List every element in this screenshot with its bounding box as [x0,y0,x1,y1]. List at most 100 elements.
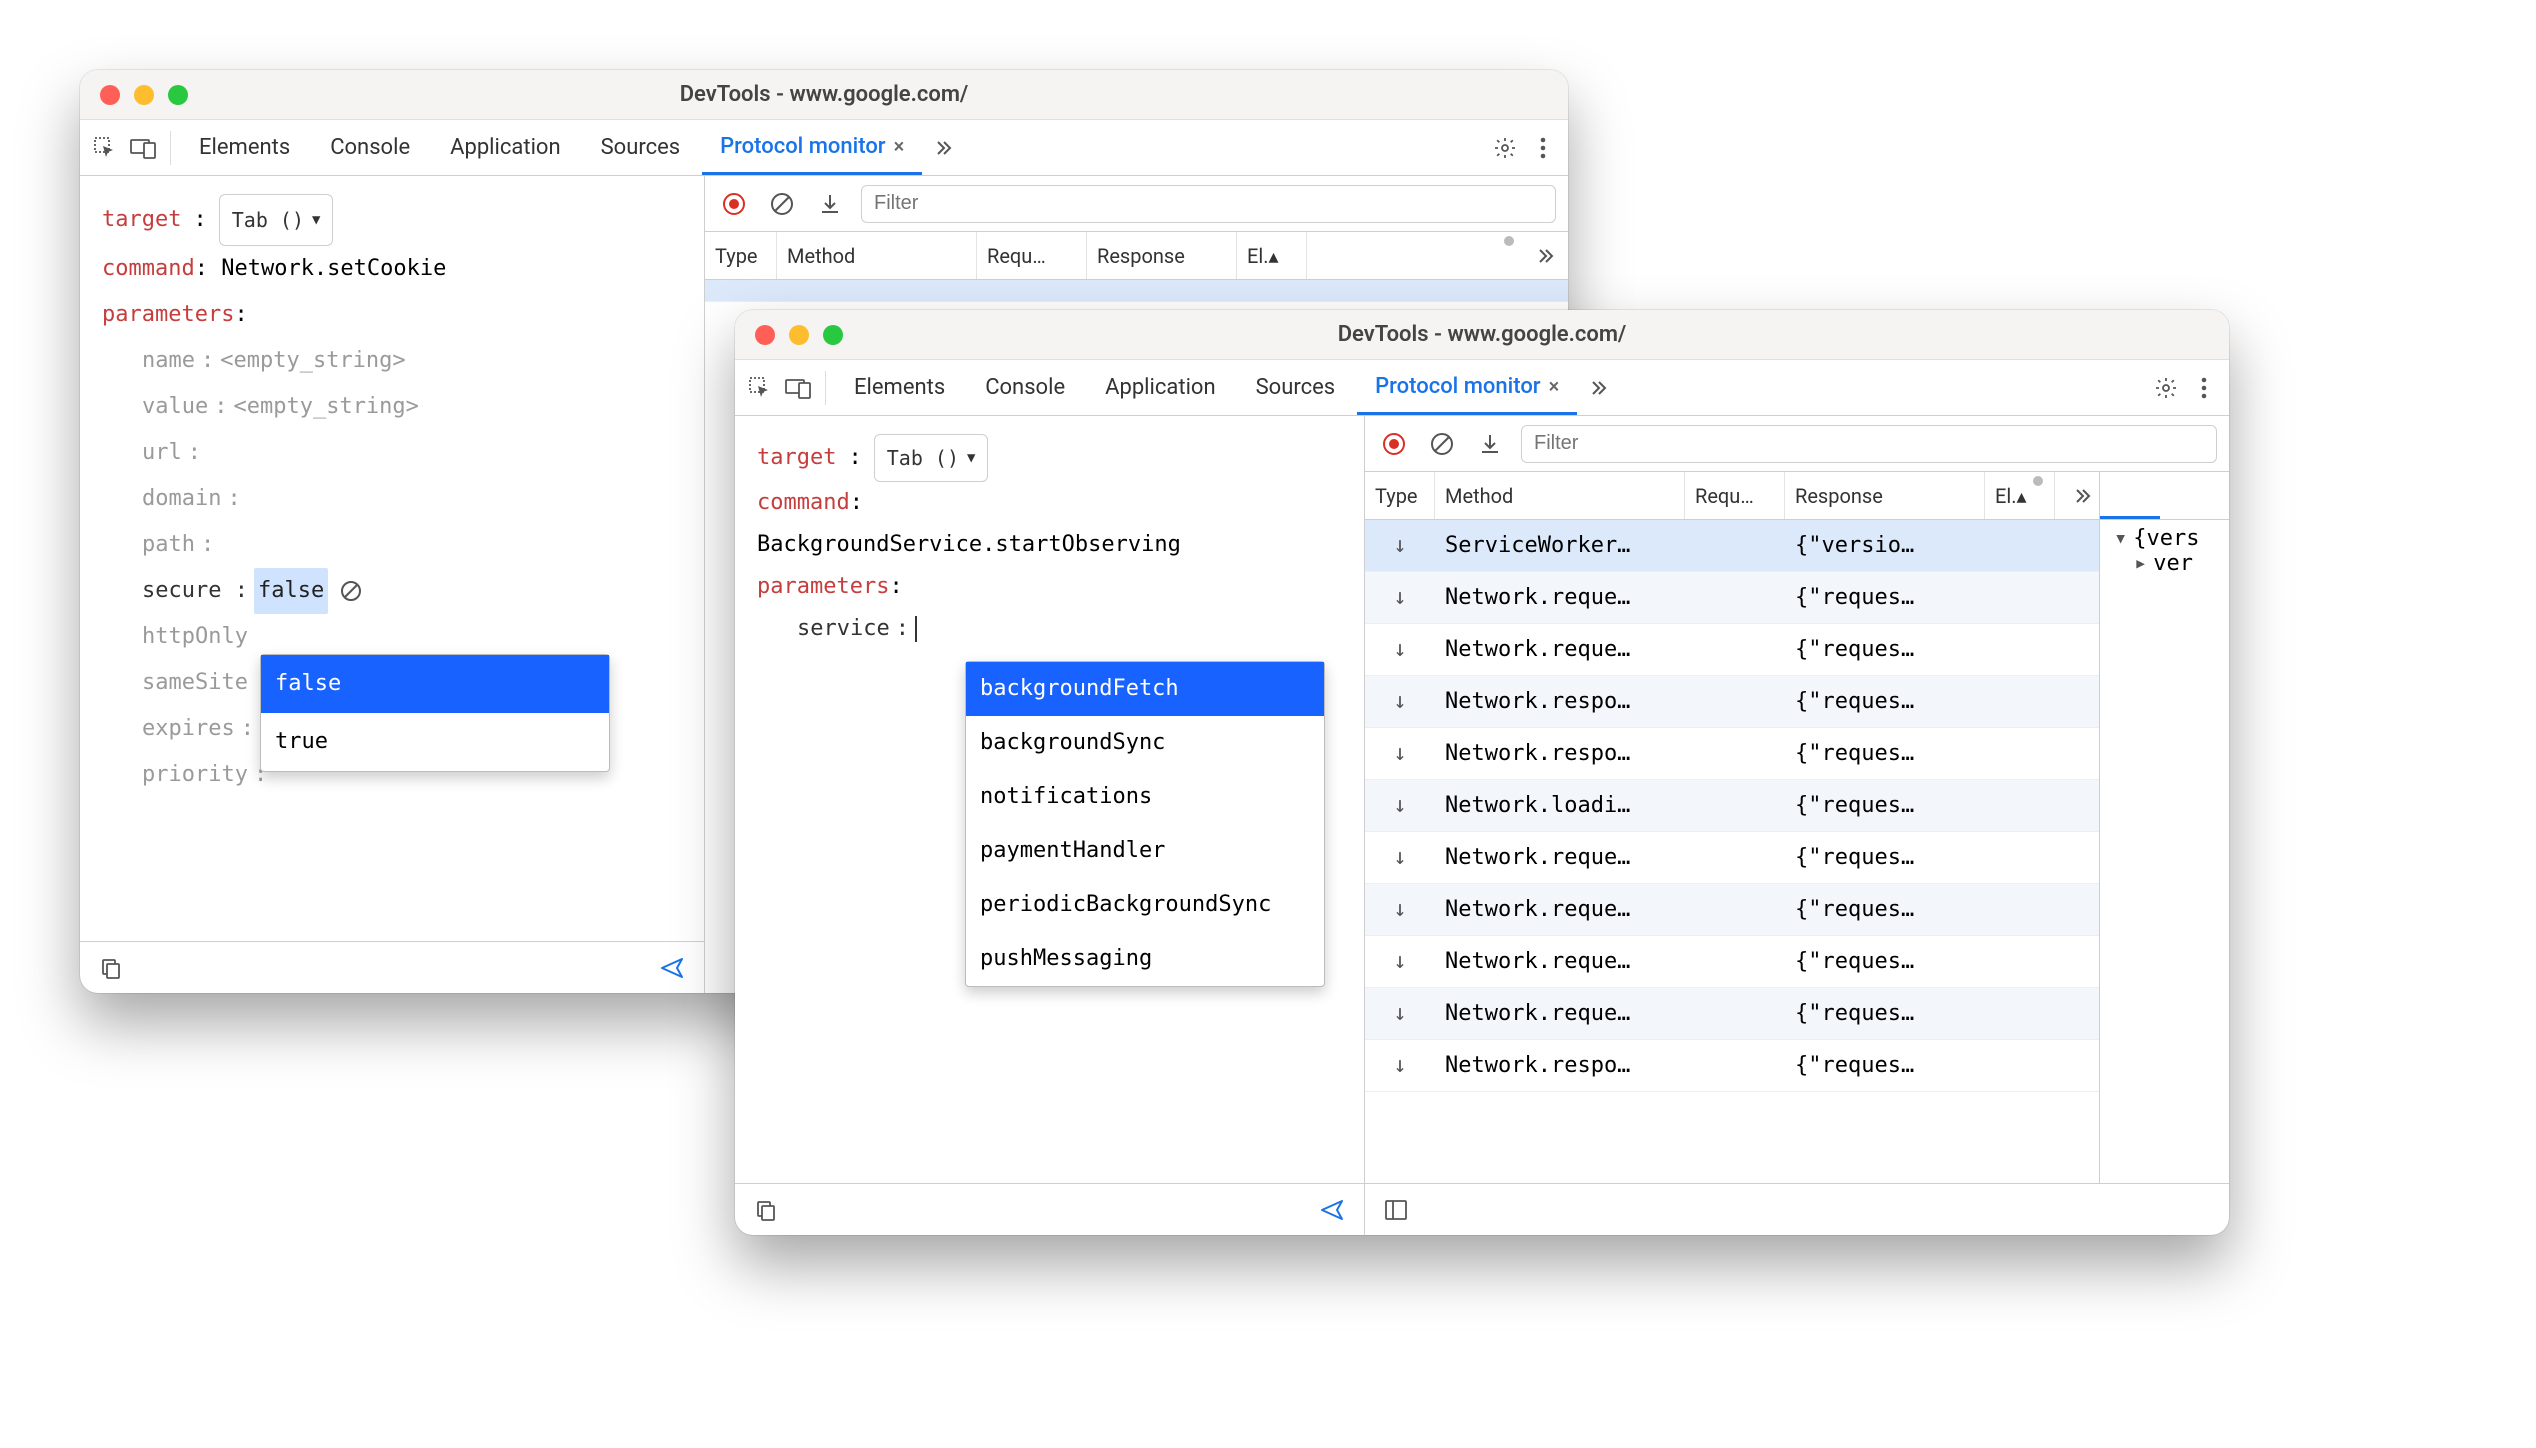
autocomplete-dropdown[interactable]: backgroundFetch backgroundSync notificat… [965,661,1325,987]
devtools-window-2: DevTools - www.google.com/ Elements Cons… [735,310,2229,1235]
table-row[interactable]: ↓Network.respo…{"reques… [1365,676,2099,728]
settings-icon[interactable] [2149,371,2183,405]
copy-icon[interactable] [749,1193,783,1227]
table-row[interactable]: ↓Network.reque…{"reques… [1365,624,2099,676]
table-row[interactable]: ↓Network.reque…{"reques… [1365,884,2099,936]
log-footer [1365,1183,2229,1235]
more-cols-icon[interactable] [1528,239,1562,273]
param-value-editing[interactable]: false [254,568,328,614]
download-icon[interactable] [813,187,847,221]
clear-icon[interactable] [1425,427,1459,461]
dropdown-option[interactable]: paymentHandler [966,824,1324,878]
tab-protocol-monitor[interactable]: Protocol monitor× [1357,360,1577,415]
col-method[interactable]: Method [777,232,977,279]
tab-sources[interactable]: Sources [1238,360,1354,415]
dropdown-option[interactable]: backgroundSync [966,716,1324,770]
tab-application[interactable]: Application [1087,360,1233,415]
separator [170,131,171,165]
tab-protocol-monitor[interactable]: Protocol monitor× [702,120,922,175]
send-icon[interactable] [1316,1193,1350,1227]
toggle-sidebar-icon[interactable] [1379,1193,1413,1227]
method-cell: Network.reque… [1435,1001,1685,1026]
col-response[interactable]: Response [1785,472,1985,519]
command-editor[interactable]: target: Tab () ▼ command: BackgroundServ… [735,416,1364,1183]
table-row[interactable]: ↓Network.reque…{"reques… [1365,832,2099,884]
dropdown-option[interactable]: false [261,655,609,713]
close-tab-icon[interactable]: × [1549,374,1560,398]
table-row[interactable]: ↓Network.loadi…{"reques… [1365,780,2099,832]
filter-input[interactable] [861,185,1556,223]
dropdown-option[interactable]: backgroundFetch [966,662,1324,716]
table-row[interactable]: ↓ServiceWorker…{"versio… [1365,520,2099,572]
inspect-icon[interactable] [88,131,122,165]
panel-body: target: Tab () ▼ command: BackgroundServ… [735,416,2229,1235]
device-toggle-icon[interactable] [781,371,815,405]
tab-elements[interactable]: Elements [836,360,963,415]
dropdown-option[interactable]: true [261,713,609,771]
target-select[interactable]: Tab () ▼ [874,434,989,482]
col-request[interactable]: Requ… [1685,472,1785,519]
kebab-menu-icon[interactable] [2187,371,2221,405]
dropdown-option[interactable]: pushMessaging [966,932,1324,986]
tab-sources[interactable]: Sources [583,120,699,175]
dropdown-option[interactable]: periodicBackgroundSync [966,878,1324,932]
maximize-window-button[interactable] [823,325,843,345]
table-row[interactable] [705,280,1568,302]
kebab-menu-icon[interactable] [1526,131,1560,165]
clear-icon[interactable] [765,187,799,221]
arrow-down-icon: ↓ [1393,741,1406,766]
log-rows[interactable]: ↓ServiceWorker…{"versio…↓Network.reque…{… [1365,520,2099,1183]
more-tabs-icon[interactable] [1581,371,1615,405]
response-cell: {"reques… [1785,741,1985,766]
close-tab-icon[interactable]: × [894,134,905,158]
table-row[interactable]: ↓Network.respo…{"reques… [1365,728,2099,780]
minimize-window-button[interactable] [789,325,809,345]
method-cell: Network.reque… [1435,897,1685,922]
detail-child[interactable]: ver [2114,551,2215,576]
tab-console[interactable]: Console [312,120,428,175]
col-type[interactable]: Type [705,232,777,279]
close-window-button[interactable] [755,325,775,345]
send-icon[interactable] [656,951,690,985]
tab-elements[interactable]: Elements [181,120,308,175]
close-window-button[interactable] [100,85,120,105]
minimize-window-button[interactable] [134,85,154,105]
table-row[interactable]: ↓Network.reque…{"reques… [1365,572,2099,624]
copy-icon[interactable] [94,951,128,985]
record-icon[interactable] [1377,427,1411,461]
col-type[interactable]: Type [1365,472,1435,519]
arrow-down-icon: ↓ [1393,949,1406,974]
filter-input[interactable] [1521,425,2217,463]
detail-root[interactable]: {vers [2114,526,2215,551]
separator [825,371,826,405]
clear-icon[interactable] [340,580,362,602]
col-response[interactable]: Response [1087,232,1237,279]
more-cols-icon[interactable] [2065,479,2099,513]
autocomplete-dropdown[interactable]: false true [260,654,610,772]
download-icon[interactable] [1473,427,1507,461]
response-detail-pane[interactable]: {vers ver [2099,472,2229,1183]
window-title: DevTools - www.google.com/ [80,82,1568,107]
col-elapsed[interactable]: El.▴ [1237,232,1307,279]
table-row[interactable]: ↓Network.respo…{"reques… [1365,1040,2099,1092]
table-row[interactable]: ↓Network.reque…{"reques… [1365,936,2099,988]
target-select[interactable]: Tab () ▼ [219,194,334,246]
method-cell: Network.respo… [1435,1053,1685,1078]
col-method[interactable]: Method [1435,472,1685,519]
response-cell: {"reques… [1785,637,1985,662]
maximize-window-button[interactable] [168,85,188,105]
tab-application[interactable]: Application [432,120,578,175]
param-secure[interactable]: secure : false [142,568,694,614]
record-icon[interactable] [717,187,751,221]
settings-icon[interactable] [1488,131,1522,165]
table-row[interactable]: ↓Network.reque…{"reques… [1365,988,2099,1040]
param-service[interactable]: service : [797,608,1354,650]
device-toggle-icon[interactable] [126,131,160,165]
col-elapsed[interactable]: El.▴ [1985,472,2055,519]
dropdown-option[interactable]: notifications [966,770,1324,824]
inspect-icon[interactable] [743,371,777,405]
col-request[interactable]: Requ… [977,232,1087,279]
more-tabs-icon[interactable] [926,131,960,165]
command-editor[interactable]: target: Tab () ▼ command: Network.setCoo… [80,176,704,941]
tab-console[interactable]: Console [967,360,1083,415]
